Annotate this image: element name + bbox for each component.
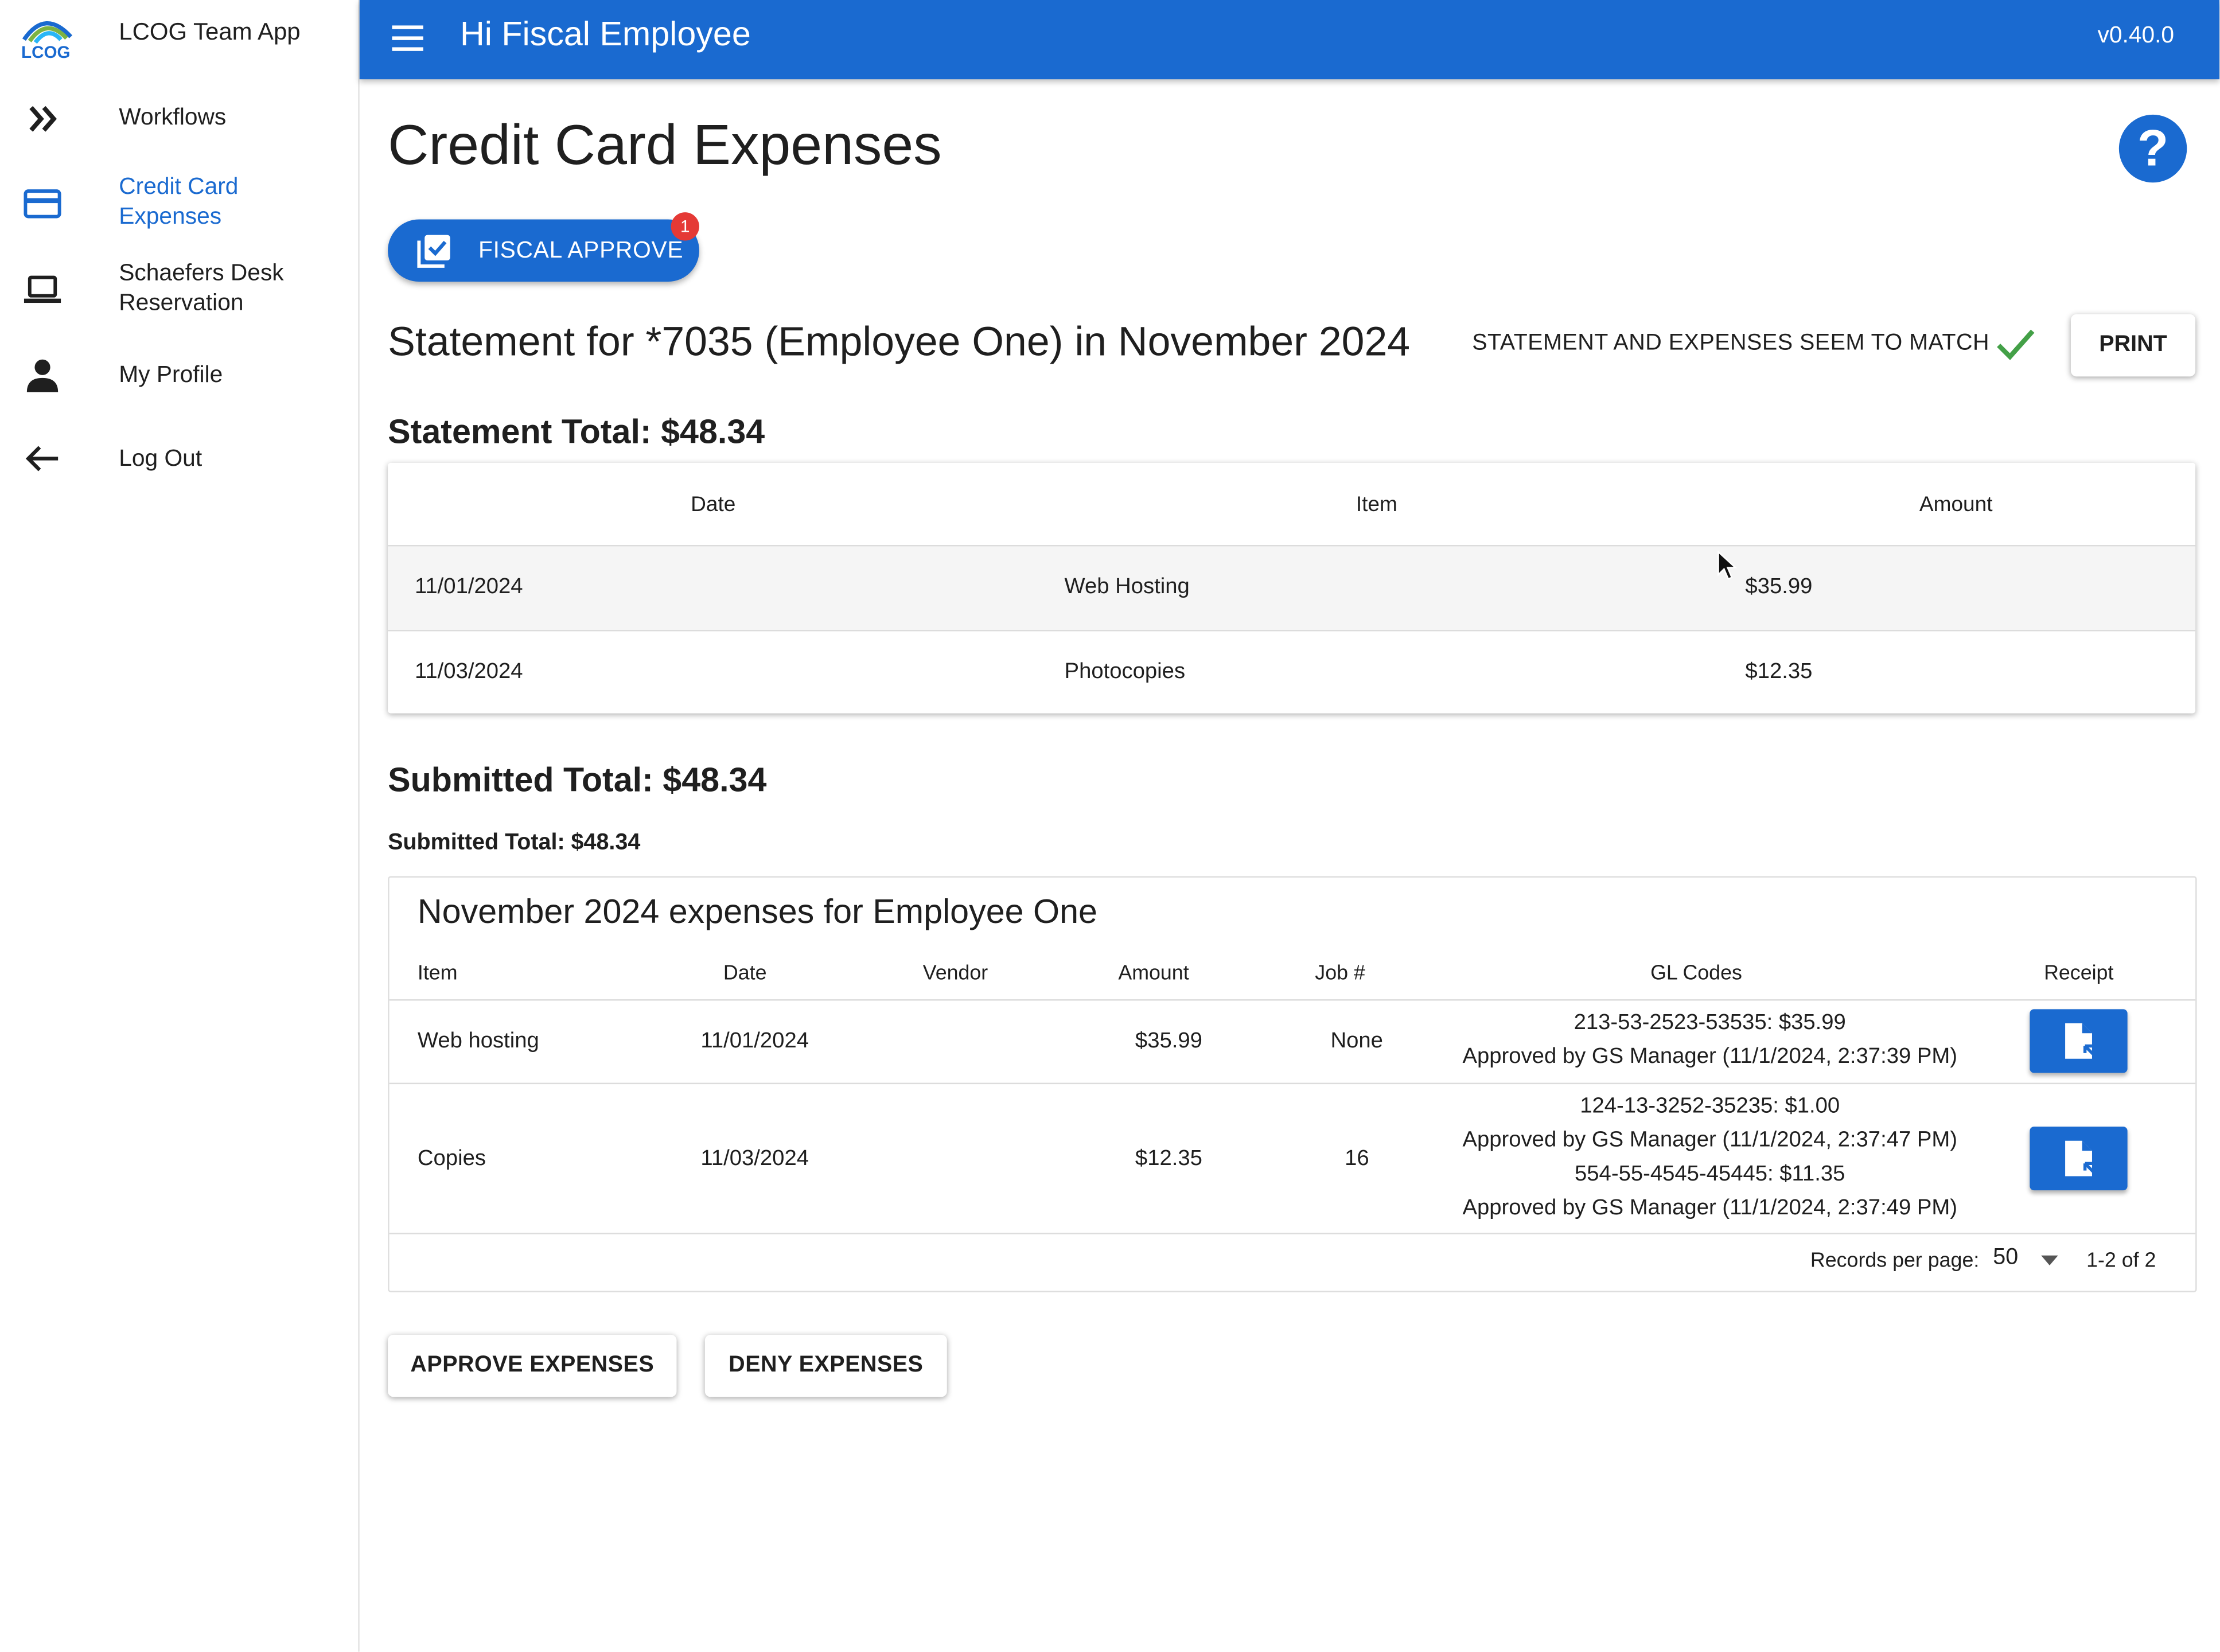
gl-codes-cell: 124-13-3252-35235: $1.00 Approved by GS … xyxy=(1427,1090,1993,1226)
divider xyxy=(389,1082,2196,1085)
expense-job-number: 16 xyxy=(1345,1146,1369,1171)
column-header-date[interactable]: Date xyxy=(723,963,767,985)
statement-heading: Statement for *7035 (Employee One) in No… xyxy=(388,320,1411,365)
column-header-amount[interactable]: Amount xyxy=(1919,493,1993,517)
question-mark-icon: ? xyxy=(2137,119,2169,177)
gl-code-line: 554-55-4545-45445: $11.35 xyxy=(1575,1162,1845,1186)
notification-badge: 1 xyxy=(671,212,699,241)
sidebar-item-label: Credit Card Expenses xyxy=(119,174,239,229)
approve-expenses-button[interactable]: APPROVE EXPENSES xyxy=(388,1334,677,1397)
pagination-range: 1-2 of 2 xyxy=(2086,1249,2156,1273)
credit-card-icon xyxy=(24,189,61,219)
svg-text:LCOG: LCOG xyxy=(21,43,71,59)
expense-date: 11/03/2024 xyxy=(700,1146,809,1171)
fiscal-approve-label: FISCAL APPROVE xyxy=(478,237,684,263)
view-receipt-button[interactable] xyxy=(2030,1009,2128,1073)
divider xyxy=(389,999,2196,1001)
sidebar-item-workflows[interactable]: Workflows xyxy=(0,96,358,142)
sidebar-item-label: Workflows xyxy=(119,104,227,131)
sidebar-item-label: Schaefers Desk Reservation xyxy=(119,260,284,316)
approval-line: Approved by GS Manager (11/1/2024, 2:37:… xyxy=(1462,1196,1957,1220)
records-per-page-select[interactable]: 50 xyxy=(1993,1245,2018,1271)
approval-line: Approved by GS Manager (11/1/2024, 2:37:… xyxy=(1462,1128,1957,1152)
gl-code-line: 213-53-2523-53535: $35.99 xyxy=(1574,1010,1846,1035)
table-header: Date Item Amount xyxy=(388,463,2196,547)
row-item: Web Hosting xyxy=(1064,574,1190,599)
row-date: 11/03/2024 xyxy=(414,659,523,684)
double-chevron-right-icon xyxy=(29,106,57,132)
column-header-job-number[interactable]: Job # xyxy=(1315,963,1365,985)
row-amount: $12.35 xyxy=(1745,659,1813,684)
submitted-total-heading: Submitted Total: $48.34 xyxy=(388,761,767,800)
print-button[interactable]: PRINT xyxy=(2070,314,2196,377)
hamburger-menu-icon[interactable] xyxy=(391,21,427,55)
statement-total: Statement Total: $48.34 xyxy=(388,413,765,452)
fiscal-approve-button[interactable]: FISCAL APPROVE 1 xyxy=(388,212,699,282)
statement-table: Date Item Amount 11/01/2024 Web Hosting … xyxy=(388,462,2196,715)
expense-item: Copies xyxy=(417,1146,486,1171)
lcog-logo-icon: LCOG xyxy=(21,21,73,62)
column-header-receipt[interactable]: Receipt xyxy=(2044,963,2113,985)
sidebar-item-my-profile[interactable]: My Profile xyxy=(0,354,358,399)
column-header-date[interactable]: Date xyxy=(691,493,735,517)
expense-amount: $12.35 xyxy=(1135,1146,1202,1171)
row-date: 11/01/2024 xyxy=(414,574,523,599)
sidebar-item-label: Log Out xyxy=(119,446,202,472)
row-amount: $35.99 xyxy=(1745,574,1813,599)
checklist-icon xyxy=(417,235,450,268)
sidebar-item-log-out[interactable]: Log Out xyxy=(0,437,358,482)
expense-item: Web hosting xyxy=(417,1028,539,1053)
expense-date: 11/01/2024 xyxy=(700,1028,809,1053)
top-app-bar: Hi Fiscal Employee v0.40.0 xyxy=(359,0,2220,80)
sidebar-item-schaefers-desk-reservation[interactable]: Schaefers Desk Reservation xyxy=(0,259,358,322)
sidebar: LCOG LCOG Team App Workflows Credit Card… xyxy=(0,0,360,1652)
gl-code-line: 124-13-3252-35235: $1.00 xyxy=(1580,1094,1840,1119)
view-receipt-button[interactable] xyxy=(2030,1127,2128,1191)
column-header-gl-codes[interactable]: GL Codes xyxy=(1650,963,1742,985)
column-header-item[interactable]: Item xyxy=(418,963,458,985)
column-header-vendor[interactable]: Vendor xyxy=(923,963,988,985)
match-status-text: STATEMENT AND EXPENSES SEEM TO MATCH xyxy=(1472,331,1990,356)
submitted-total-text: Submitted Total: $48.34 xyxy=(388,831,641,855)
expenses-table-title: November 2024 expenses for Employee One xyxy=(417,893,1098,932)
mouse-cursor-icon xyxy=(1717,550,1737,580)
sidebar-item-label: My Profile xyxy=(119,362,223,388)
table-row[interactable]: 11/03/2024 Photocopies $12.35 xyxy=(388,632,2195,715)
app-title: LCOG Team App xyxy=(119,18,301,45)
divider xyxy=(389,1233,2196,1234)
receipt-file-icon xyxy=(2065,1023,2096,1059)
receipt-file-icon xyxy=(2065,1140,2096,1176)
sidebar-item-credit-card-expenses[interactable]: Credit Card Expenses xyxy=(0,173,358,235)
version-label: v0.40.0 xyxy=(2097,22,2175,48)
expense-amount: $35.99 xyxy=(1135,1028,1202,1053)
app-window: LCOG LCOG Team App Workflows Credit Card… xyxy=(0,0,2220,1652)
deny-expenses-button[interactable]: DENY EXPENSES xyxy=(704,1334,947,1397)
table-row[interactable]: 11/01/2024 Web Hosting $35.99 xyxy=(388,546,2196,632)
help-button[interactable]: ? xyxy=(2118,114,2187,183)
gl-codes-cell: 213-53-2523-53535: $35.99 Approved by GS… xyxy=(1427,1006,1993,1074)
column-header-amount[interactable]: Amount xyxy=(1118,963,1189,985)
dropdown-arrow-icon[interactable] xyxy=(2041,1255,2058,1267)
row-item: Photocopies xyxy=(1064,659,1186,684)
approval-line: Approved by GS Manager (11/1/2024, 2:37:… xyxy=(1462,1045,1957,1069)
records-per-page-label: Records per page: xyxy=(1810,1249,1980,1273)
arrow-left-icon xyxy=(25,446,59,472)
expenses-table: November 2024 expenses for Employee One … xyxy=(388,876,2197,1292)
lcog-logo[interactable]: LCOG xyxy=(17,11,80,62)
page-title: Credit Card Expenses xyxy=(388,114,942,177)
main-content: Credit Card Expenses ? FISCAL APPROVE 1 … xyxy=(360,79,2219,1651)
greeting-title: Hi Fiscal Employee xyxy=(459,15,751,54)
person-icon xyxy=(26,359,59,392)
expense-job-number: None xyxy=(1330,1028,1383,1053)
column-header-item[interactable]: Item xyxy=(1356,493,1397,517)
checkmark-icon xyxy=(1997,329,2035,360)
laptop-icon xyxy=(24,275,61,303)
